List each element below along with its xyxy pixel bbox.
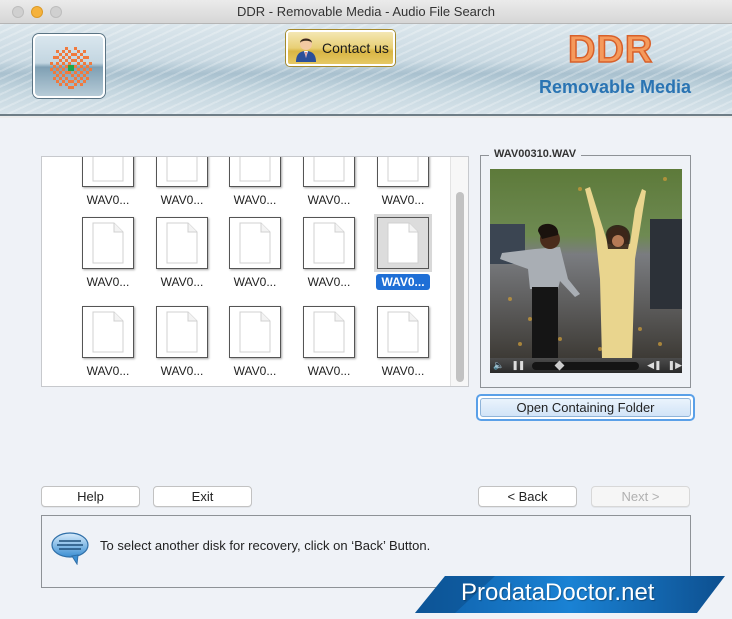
blank-document-icon [229,306,281,358]
file-item[interactable]: WAV0... [75,157,141,215]
window-titlebar: DDR - Removable Media - Audio File Searc… [0,0,732,24]
file-item-label: WAV0... [149,364,215,378]
file-item[interactable]: WAV0... [222,217,288,297]
file-name: WAV0... [307,275,351,289]
speech-bubble-icon [51,532,89,565]
media-player-controls: 🔈 ❚❚ ◀❚ ❚▶ [490,358,682,373]
file-item[interactable]: WAV0... [296,217,362,297]
contact-us-button[interactable]: Contact us [286,30,395,66]
pause-icon[interactable]: ❚❚ [511,360,525,371]
promo-text: ProdataDoctor.net [461,579,655,606]
file-item-label: WAV0... [370,193,436,207]
file-grid-scrollbar[interactable] [450,157,468,386]
window-title: DDR - Removable Media - Audio File Searc… [237,4,495,19]
businessman-icon [296,38,316,62]
blank-document-icon [82,157,134,187]
file-item[interactable]: WAV0... [296,157,362,215]
file-name: WAV0... [307,193,351,207]
contact-us-label: Contact us [322,40,389,56]
file-item-label: WAV0... [296,193,362,207]
app-logo [33,34,105,98]
file-item-label: WAV0... [222,275,288,289]
file-name: WAV0... [86,364,130,378]
back-button[interactable]: < Back [478,486,577,507]
main-content: WAV0... WAV0... WAV0... WAV0... WAV0... WAV0.… [0,118,732,619]
file-item-label: WAV0... [75,364,141,378]
file-item-label: WAV0... [75,275,141,289]
file-name: WAV0... [376,274,430,290]
file-name: WAV0... [160,193,204,207]
open-containing-folder-label: Open Containing Folder [480,398,691,417]
playback-progress-slider[interactable] [532,360,640,370]
file-item[interactable]: WAV0... [149,157,215,215]
file-name: WAV0... [233,364,277,378]
exit-button[interactable]: Exit [153,486,252,507]
file-item[interactable]: WAV0... [75,306,141,386]
blank-document-icon [156,217,208,269]
blank-document-icon [377,217,429,269]
blank-document-icon [229,157,281,187]
app-header: Contact us DDR Removable Media [0,24,732,116]
file-item[interactable]: WAV0... [370,306,436,386]
file-item[interactable]: WAV0... [222,157,288,215]
file-name: WAV0... [86,275,130,289]
file-name: WAV0... [233,275,277,289]
preview-filename: WAV00310.WAV [489,148,582,160]
file-item[interactable]: WAV0... [222,306,288,386]
blank-document-icon [303,217,355,269]
file-item-label: WAV0... [296,364,362,378]
preview-media: 🔈 ❚❚ ◀❚ ❚▶ [490,169,682,373]
file-grid-scroll-thumb[interactable] [456,192,464,382]
blank-document-icon [377,157,429,187]
preview-image [490,169,682,359]
blank-document-icon [377,306,429,358]
file-item-label: WAV0... [370,364,436,378]
blank-document-icon [303,157,355,187]
next-button[interactable]: Next > [591,486,690,507]
open-containing-folder-button[interactable]: Open Containing Folder [476,394,695,421]
brand-title: DDR [567,28,654,72]
blank-document-icon [82,217,134,269]
file-name: WAV0... [160,275,204,289]
file-name: WAV0... [381,193,425,207]
file-item[interactable]: WAV0... [370,157,436,215]
file-item-label: WAV0... [75,193,141,207]
promo-banner[interactable]: ProdataDoctor.net [415,576,727,613]
file-item[interactable]: WAV0... [149,306,215,386]
file-name: WAV0... [160,364,204,378]
status-message: To select another disk for recovery, cli… [100,538,431,553]
playback-progress-knob[interactable] [554,360,565,370]
blank-document-icon [303,306,355,358]
blank-document-icon [82,306,134,358]
file-grid-panel[interactable]: WAV0... WAV0... WAV0... WAV0... WAV0... WAV0.… [41,156,469,387]
file-item[interactable]: WAV0... [296,306,362,386]
file-item[interactable]: WAV0... [75,217,141,297]
brand-subtitle: Removable Media [539,77,692,97]
file-item[interactable]: WAV0... [149,217,215,297]
file-name: WAV0... [381,364,425,378]
preview-group: WAV00310.WAV 🔈 ❚❚ ◀❚ ❚▶ [480,148,691,388]
file-item-label: WAV0... [149,193,215,207]
checker-sun-logo-icon [50,47,92,89]
file-name: WAV0... [307,364,351,378]
file-item-label: WAV0... [222,364,288,378]
speaker-icon[interactable]: 🔈 [493,360,504,371]
blank-document-icon [156,306,208,358]
file-item-label: WAV0... [296,275,362,289]
file-name: WAV0... [86,193,130,207]
step-back-icon[interactable]: ◀❚ [647,360,661,371]
file-item-label: WAV0... [222,193,288,207]
blank-document-icon [229,217,281,269]
file-name: WAV0... [233,193,277,207]
help-button[interactable]: Help [41,486,140,507]
file-item-label: WAV0... [149,275,215,289]
blank-document-icon [156,157,208,187]
file-item[interactable]: WAV0... [370,217,436,297]
file-item-label: WAV0... [370,274,436,290]
step-forward-icon[interactable]: ❚▶ [668,360,682,371]
